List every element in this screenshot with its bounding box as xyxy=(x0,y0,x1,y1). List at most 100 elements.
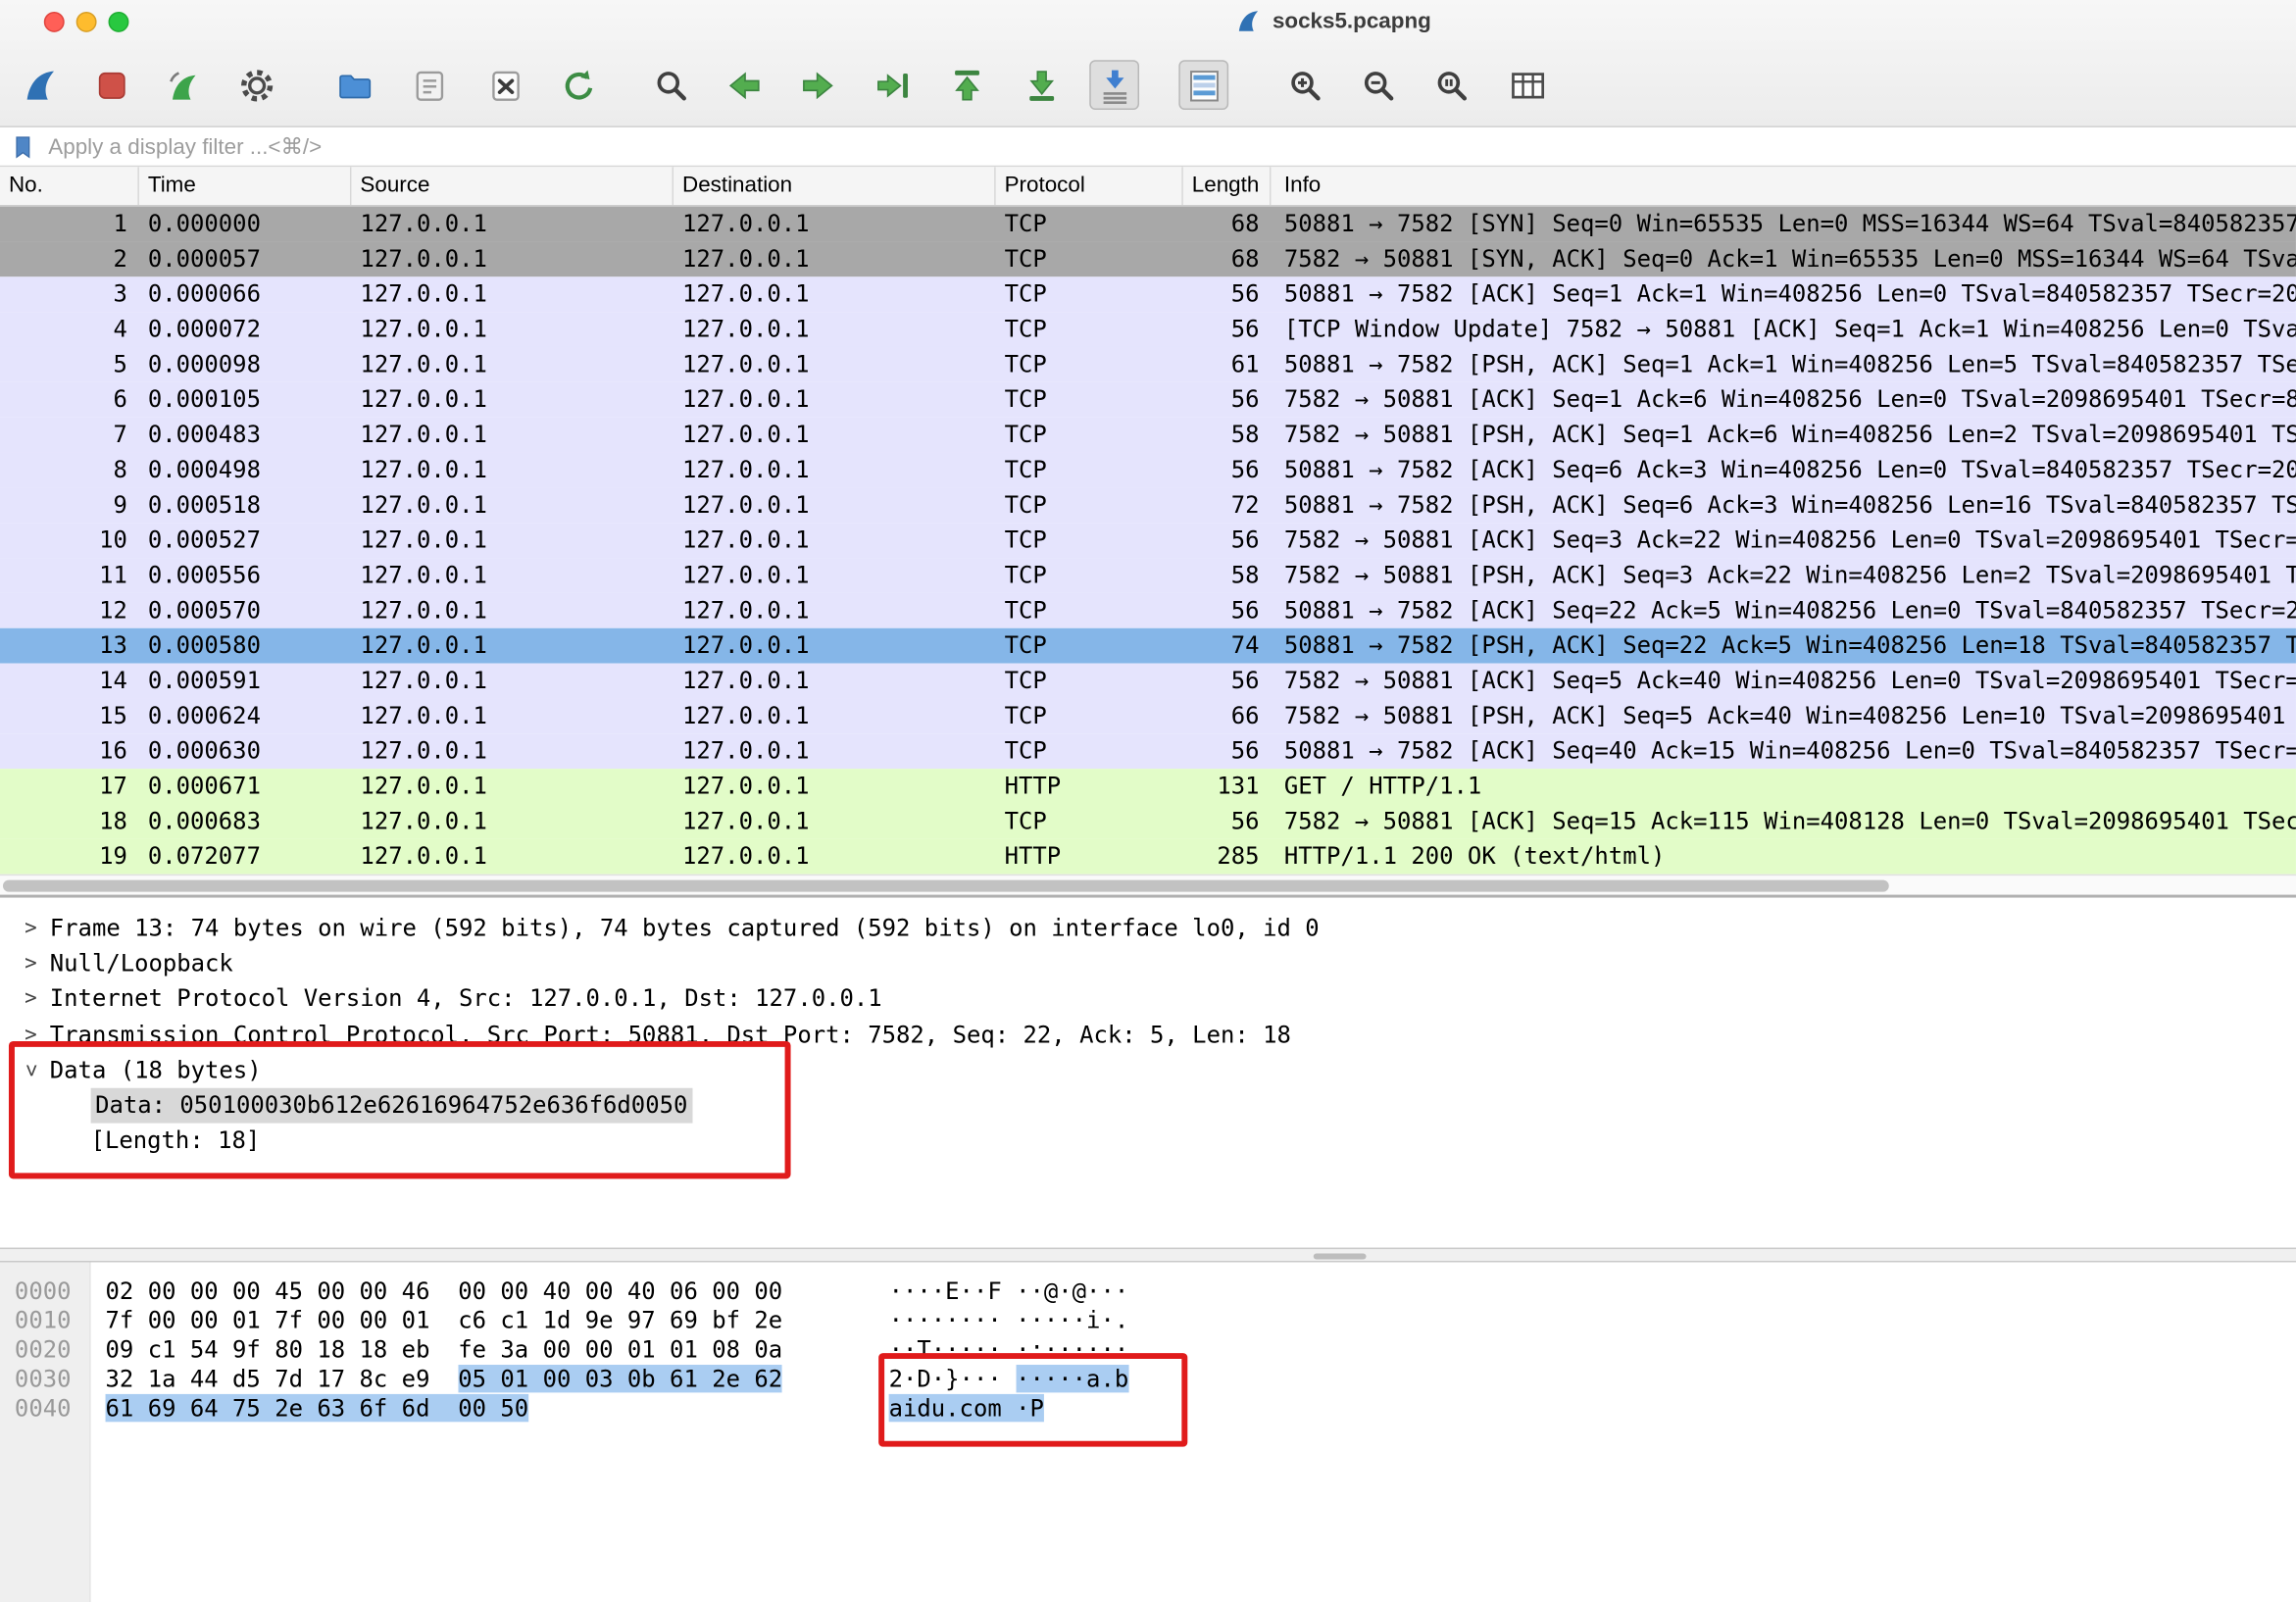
packet-row-16[interactable]: 160.000630127.0.0.1127.0.0.1TCP5650881 →… xyxy=(0,733,2296,769)
packet-row-11[interactable]: 110.000556127.0.0.1127.0.0.1TCP587582 → … xyxy=(0,558,2296,593)
packet-row-7[interactable]: 70.000483127.0.0.1127.0.0.1TCP587582 → 5… xyxy=(0,418,2296,453)
cell-protocol: TCP xyxy=(996,593,1183,628)
packet-row-9[interactable]: 90.000518127.0.0.1127.0.0.1TCP7250881 → … xyxy=(0,487,2296,523)
cell-no: 1 xyxy=(0,207,139,242)
disclosure-expanded-icon[interactable]: > xyxy=(13,1051,48,1089)
pane-splitter[interactable] xyxy=(0,1248,2296,1263)
minimize-button[interactable] xyxy=(76,12,97,32)
hex-line[interactable]: 000002 00 00 00 45 00 00 46 00 00 40 00 … xyxy=(0,1277,2296,1306)
cell-no: 9 xyxy=(0,487,139,523)
detail-line[interactable]: >Null/Loopback xyxy=(0,946,2296,981)
cell-destination: 127.0.0.1 xyxy=(674,207,996,242)
start-capture-button[interactable] xyxy=(15,60,65,110)
cell-protocol: TCP xyxy=(996,733,1183,769)
cell-info: HTTP/1.1 200 OK (text/html) xyxy=(1271,839,2296,875)
packet-row-18[interactable]: 180.000683127.0.0.1127.0.0.1TCP567582 → … xyxy=(0,804,2296,839)
hex-offset: 0020 xyxy=(15,1335,72,1365)
close-file-button[interactable] xyxy=(480,60,530,110)
go-back-button[interactable] xyxy=(719,60,769,110)
close-file-icon xyxy=(485,65,524,104)
cell-destination: 127.0.0.1 xyxy=(674,276,996,312)
splitter-handle-icon[interactable] xyxy=(1314,1254,1367,1260)
zoom-button[interactable] xyxy=(109,12,129,32)
disclosure-collapsed-icon[interactable]: > xyxy=(12,911,50,946)
cell-protocol: TCP xyxy=(996,276,1183,312)
hex-line[interactable]: 00107f 00 00 01 7f 00 00 01 c6 c1 1d 9e … xyxy=(0,1306,2296,1335)
packet-row-15[interactable]: 150.000624127.0.0.1127.0.0.1TCP667582 → … xyxy=(0,698,2296,733)
cell-destination: 127.0.0.1 xyxy=(674,839,996,875)
column-header-length[interactable]: Length xyxy=(1183,167,1272,205)
packet-row-3[interactable]: 30.000066127.0.0.1127.0.0.1TCP5650881 → … xyxy=(0,276,2296,312)
auto-scroll-button[interactable] xyxy=(1089,60,1139,110)
disclosure-collapsed-icon[interactable]: > xyxy=(12,946,50,981)
colorize-button[interactable] xyxy=(1178,60,1228,110)
detail-line[interactable]: >Data (18 bytes) xyxy=(0,1053,2296,1088)
auto-scroll-icon xyxy=(1094,65,1133,104)
hex-line[interactable]: 002009 c1 54 9f 80 18 18 eb fe 3a 00 00 … xyxy=(0,1335,2296,1365)
zoom-out-button[interactable] xyxy=(1353,60,1403,110)
resize-columns-button[interactable] xyxy=(1502,60,1552,110)
display-filter-input[interactable] xyxy=(48,134,2284,159)
capture-options-button[interactable] xyxy=(231,60,281,110)
cell-source: 127.0.0.1 xyxy=(351,593,674,628)
packet-row-13[interactable]: 130.000580127.0.0.1127.0.0.1TCP7450881 →… xyxy=(0,628,2296,664)
save-file-icon xyxy=(409,65,448,104)
packet-row-5[interactable]: 50.000098127.0.0.1127.0.0.1TCP6150881 → … xyxy=(0,347,2296,382)
open-file-button[interactable] xyxy=(329,60,379,110)
column-header-source[interactable]: Source xyxy=(351,167,674,205)
packet-row-12[interactable]: 120.000570127.0.0.1127.0.0.1TCP5650881 →… xyxy=(0,593,2296,628)
packet-row-17[interactable]: 170.000671127.0.0.1127.0.0.1HTTP131GET /… xyxy=(0,769,2296,804)
packet-list-hscrollbar[interactable] xyxy=(0,875,2296,895)
go-to-bottom-icon xyxy=(1022,65,1061,104)
disclosure-collapsed-icon[interactable]: > xyxy=(12,1017,50,1052)
bookmark-icon[interactable] xyxy=(12,134,36,159)
chevron-spacer xyxy=(53,1088,91,1124)
detail-line[interactable]: Data: 050100030b612e62616964752e636f6d00… xyxy=(0,1088,2296,1124)
cell-info: 7582 → 50881 [PSH, ACK] Seq=3 Ack=22 Win… xyxy=(1271,558,2296,593)
packet-row-1[interactable]: 10.000000127.0.0.1127.0.0.1TCP6850881 → … xyxy=(0,207,2296,242)
packet-row-2[interactable]: 20.000057127.0.0.1127.0.0.1TCP687582 → 5… xyxy=(0,241,2296,276)
cell-time: 0.000518 xyxy=(139,487,352,523)
cell-destination: 127.0.0.1 xyxy=(674,664,996,699)
packet-row-8[interactable]: 80.000498127.0.0.1127.0.0.1TCP5650881 → … xyxy=(0,453,2296,488)
cell-no: 12 xyxy=(0,593,139,628)
packet-row-10[interactable]: 100.000527127.0.0.1127.0.0.1TCP567582 → … xyxy=(0,523,2296,558)
column-header-destination[interactable]: Destination xyxy=(674,167,996,205)
detail-line[interactable]: >Frame 13: 74 bytes on wire (592 bits), … xyxy=(0,911,2296,946)
packet-row-14[interactable]: 140.000591127.0.0.1127.0.0.1TCP567582 → … xyxy=(0,664,2296,699)
column-header-protocol[interactable]: Protocol xyxy=(996,167,1183,205)
disclosure-collapsed-icon[interactable]: > xyxy=(12,981,50,1017)
column-header-time[interactable]: Time xyxy=(139,167,352,205)
go-to-top-button[interactable] xyxy=(941,60,991,110)
stop-capture-button[interactable] xyxy=(86,60,136,110)
detail-line[interactable]: >Transmission Control Protocol, Src Port… xyxy=(0,1017,2296,1052)
close-button[interactable] xyxy=(44,12,65,32)
zoom-reset-button[interactable] xyxy=(1426,60,1476,110)
hex-ascii: ····E··F ··@·@··· xyxy=(889,1277,1129,1306)
detail-line[interactable]: [Length: 18] xyxy=(0,1124,2296,1159)
hex-line[interactable]: 003032 1a 44 d5 7d 17 8c e9 05 01 00 03 … xyxy=(0,1365,2296,1394)
go-to-bottom-button[interactable] xyxy=(1017,60,1067,110)
go-forward-button[interactable] xyxy=(792,60,842,110)
packet-row-6[interactable]: 60.000105127.0.0.1127.0.0.1TCP567582 → 5… xyxy=(0,382,2296,418)
zoom-in-button[interactable] xyxy=(1279,60,1329,110)
cell-time: 0.000000 xyxy=(139,207,352,242)
cell-no: 3 xyxy=(0,276,139,312)
stop-capture-icon xyxy=(91,65,130,104)
reload-file-button[interactable] xyxy=(554,60,604,110)
packet-row-4[interactable]: 40.000072127.0.0.1127.0.0.1TCP56[TCP Win… xyxy=(0,312,2296,347)
column-header-info[interactable]: Info xyxy=(1271,167,2296,205)
cell-destination: 127.0.0.1 xyxy=(674,382,996,418)
cell-protocol: TCP xyxy=(996,312,1183,347)
hex-line[interactable]: 004061 69 64 75 2e 63 6f 6d 00 50aidu.co… xyxy=(0,1394,2296,1424)
hscrollbar-thumb[interactable] xyxy=(3,880,1889,892)
find-packet-button[interactable] xyxy=(646,60,696,110)
go-to-packet-button[interactable] xyxy=(867,60,917,110)
save-file-button[interactable] xyxy=(404,60,454,110)
restart-capture-button[interactable] xyxy=(158,60,208,110)
packet-row-19[interactable]: 190.072077127.0.0.1127.0.0.1HTTP285HTTP/… xyxy=(0,839,2296,875)
cell-source: 127.0.0.1 xyxy=(351,453,674,488)
detail-line[interactable]: >Internet Protocol Version 4, Src: 127.0… xyxy=(0,981,2296,1017)
cell-info: 7582 → 50881 [ACK] Seq=1 Ack=6 Win=40825… xyxy=(1271,382,2296,418)
column-header-no[interactable]: No. xyxy=(0,167,139,205)
